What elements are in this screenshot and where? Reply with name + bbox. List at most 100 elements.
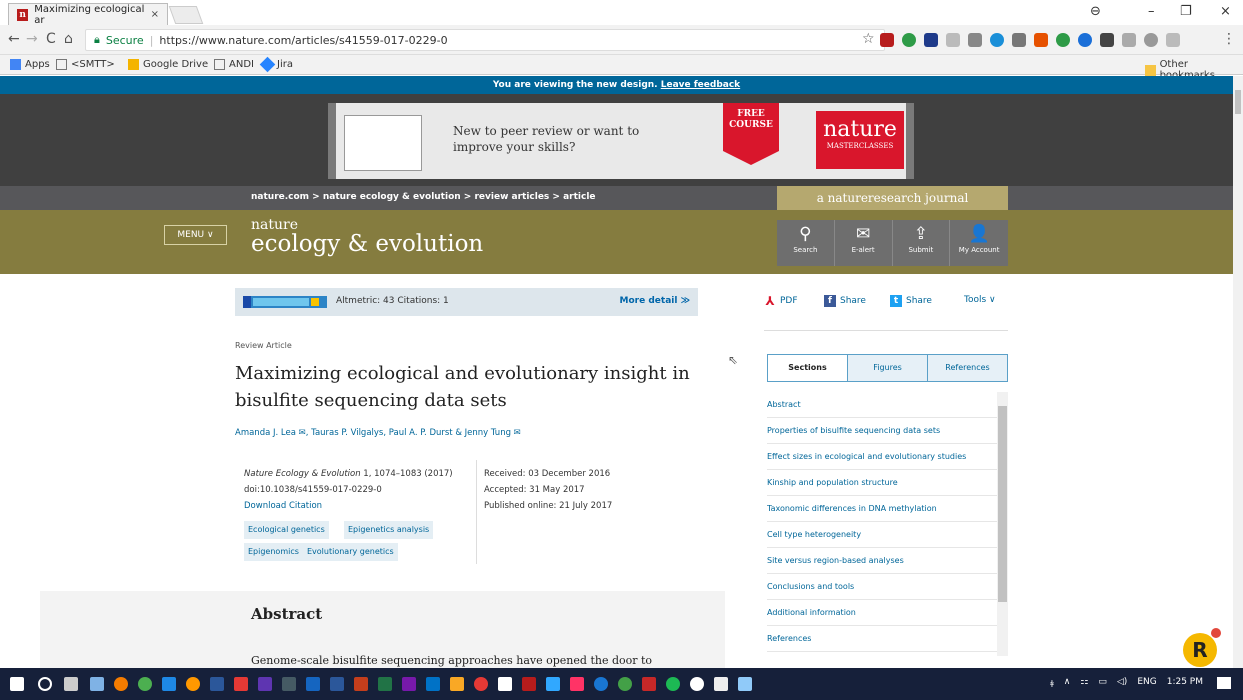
author-list[interactable]: Amanda J. Lea ✉, Tauras P. Vilgalys, Pau… bbox=[235, 428, 521, 438]
app-icon[interactable] bbox=[306, 677, 320, 691]
app-icon[interactable] bbox=[618, 677, 632, 691]
notification-center-icon[interactable] bbox=[1217, 677, 1231, 689]
section-list-scroll-thumb[interactable] bbox=[998, 406, 1007, 602]
windows-start-icon[interactable] bbox=[10, 677, 24, 691]
close-window-button[interactable]: × bbox=[1220, 4, 1231, 19]
powerpoint-icon[interactable] bbox=[354, 677, 368, 691]
journal-logo-title[interactable]: ecology & evolution bbox=[251, 231, 483, 257]
leave-feedback-link[interactable]: Leave feedback bbox=[661, 80, 740, 90]
menu-button[interactable]: MENU ∨ bbox=[164, 225, 227, 245]
extension-icon[interactable] bbox=[1144, 33, 1158, 47]
extension-icon[interactable] bbox=[990, 33, 1004, 47]
onenote-icon[interactable] bbox=[258, 677, 272, 691]
extension-icon[interactable] bbox=[946, 33, 960, 47]
section-link[interactable]: Site versus region-based analyses bbox=[767, 548, 997, 574]
subject-tag[interactable]: Epigenetics analysis bbox=[344, 521, 434, 539]
app-icon[interactable] bbox=[186, 677, 200, 691]
acrobat-extension-icon[interactable] bbox=[880, 33, 894, 47]
subject-tag[interactable]: Evolutionary genetics bbox=[303, 543, 398, 561]
e-alert-button[interactable]: ✉ E-alert bbox=[834, 220, 893, 266]
r-app-badge-icon[interactable]: R bbox=[1183, 633, 1217, 667]
volume-icon[interactable]: ◁) bbox=[1117, 677, 1127, 690]
section-link[interactable]: Conclusions and tools bbox=[767, 574, 997, 600]
extension-icon[interactable] bbox=[1078, 33, 1092, 47]
app-icon[interactable] bbox=[90, 677, 104, 691]
bookmark-star-icon[interactable]: ☆ bbox=[862, 31, 875, 47]
app-icon[interactable] bbox=[234, 677, 248, 691]
language-indicator[interactable]: ENG bbox=[1137, 677, 1156, 690]
extension-icon[interactable] bbox=[1056, 33, 1070, 47]
chrome-icon[interactable] bbox=[138, 677, 152, 691]
check-extension-icon[interactable] bbox=[902, 33, 916, 47]
app-icon[interactable] bbox=[690, 677, 704, 691]
clock[interactable]: 1:25 PM bbox=[1167, 677, 1203, 690]
chrome-menu-icon[interactable]: ⋮ bbox=[1222, 31, 1236, 47]
pdf-link[interactable]: ⅄ PDF bbox=[764, 295, 797, 307]
search-icon[interactable] bbox=[38, 677, 52, 691]
submit-button[interactable]: ⇪ Submit bbox=[892, 220, 951, 266]
section-link[interactable]: Kinship and population structure bbox=[767, 470, 997, 496]
bookmark-jira[interactable]: Jira bbox=[259, 56, 293, 73]
bookmark-andi[interactable]: ANDI bbox=[214, 59, 254, 70]
advert-banner[interactable]: New to peer review or want to improve yo… bbox=[328, 103, 914, 179]
chevron-up-icon[interactable]: ∧ bbox=[1064, 677, 1071, 690]
onenote-icon[interactable] bbox=[402, 677, 416, 691]
search-button[interactable]: ⚲ Search bbox=[777, 220, 835, 266]
home-button[interactable]: ⌂ bbox=[64, 31, 73, 47]
extension-icon[interactable] bbox=[1012, 33, 1026, 47]
wave-extension-icon[interactable] bbox=[924, 33, 938, 47]
people-icon[interactable]: ꬸ bbox=[1050, 677, 1053, 690]
indesign-icon[interactable] bbox=[570, 677, 584, 691]
outlook-icon[interactable] bbox=[426, 677, 440, 691]
app-icon[interactable] bbox=[450, 677, 464, 691]
browser-tab[interactable]: n Maximizing ecological ar × bbox=[8, 3, 168, 26]
tools-dropdown[interactable]: Tools ∨ bbox=[964, 295, 996, 305]
minimize-button[interactable]: – bbox=[1148, 4, 1155, 19]
bookmark-google-drive[interactable]: Google Drive bbox=[128, 59, 208, 70]
section-link[interactable]: Effect sizes in ecological and evolution… bbox=[767, 444, 997, 470]
tab-references[interactable]: References bbox=[928, 355, 1007, 381]
battery-icon[interactable]: ▭ bbox=[1098, 677, 1107, 690]
spotify-icon[interactable] bbox=[666, 677, 680, 691]
twitter-share-button[interactable]: t Share bbox=[890, 295, 932, 307]
subject-tag[interactable]: Epigenomics bbox=[244, 543, 303, 561]
extension-icon[interactable] bbox=[1166, 33, 1180, 47]
section-link[interactable]: Abstract bbox=[767, 392, 997, 418]
more-detail-link[interactable]: More detail ≫ bbox=[620, 296, 690, 306]
edge-icon[interactable] bbox=[162, 677, 176, 691]
excel-icon[interactable] bbox=[378, 677, 392, 691]
extension-icon[interactable] bbox=[1100, 33, 1114, 47]
section-list-scrollbar[interactable] bbox=[997, 392, 1008, 656]
tab-sections[interactable]: Sections bbox=[768, 355, 848, 381]
filezilla-icon[interactable] bbox=[642, 677, 656, 691]
page-scrollbar[interactable] bbox=[1233, 76, 1243, 668]
forward-button[interactable]: → bbox=[26, 31, 38, 47]
back-button[interactable]: ← bbox=[8, 31, 20, 47]
bookmark-smtt[interactable]: <SMTT> bbox=[56, 59, 115, 70]
app-icon[interactable] bbox=[738, 677, 752, 691]
breadcrumb[interactable]: nature.com > nature ecology & evolution … bbox=[251, 192, 596, 202]
bookmark-apps[interactable]: Apps bbox=[10, 59, 50, 70]
network-icon[interactable]: ⚏ bbox=[1080, 677, 1088, 690]
app-icon[interactable] bbox=[474, 677, 488, 691]
section-link[interactable]: Properties of bisulfite sequencing data … bbox=[767, 418, 997, 444]
app-icon[interactable] bbox=[282, 677, 296, 691]
facebook-share-button[interactable]: f Share bbox=[824, 295, 866, 307]
subject-tag[interactable]: Ecological genetics bbox=[244, 521, 329, 539]
section-link[interactable]: Additional information bbox=[767, 600, 997, 626]
address-bar[interactable]: 🔒︎ Secure | https://www.nature.com/artic… bbox=[85, 29, 885, 51]
new-tab-button[interactable] bbox=[168, 6, 204, 24]
word-icon[interactable] bbox=[330, 677, 344, 691]
section-link[interactable]: Cell type heterogeneity bbox=[767, 522, 997, 548]
download-citation-link[interactable]: Download Citation bbox=[244, 498, 453, 514]
my-account-button[interactable]: 👤 My Account bbox=[950, 220, 1008, 266]
app-icon[interactable] bbox=[594, 677, 608, 691]
extension-icon[interactable] bbox=[1122, 33, 1136, 47]
tab-close-icon[interactable]: × bbox=[151, 9, 159, 20]
extension-icon[interactable] bbox=[968, 33, 982, 47]
page-scroll-thumb[interactable] bbox=[1235, 90, 1241, 114]
acrobat-icon[interactable] bbox=[522, 677, 536, 691]
reload-button[interactable]: C bbox=[46, 31, 56, 47]
app-icon[interactable] bbox=[210, 677, 224, 691]
tab-figures[interactable]: Figures bbox=[848, 355, 928, 381]
